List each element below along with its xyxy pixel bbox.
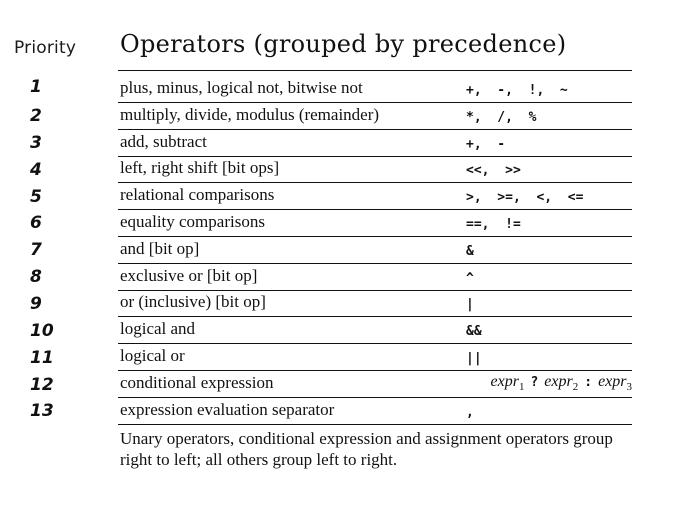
priority-number: 3 <box>30 133 42 153</box>
table-row: multiply, divide, modulus (remainder) *, … <box>118 102 632 129</box>
row-description: logical or <box>120 345 185 365</box>
row-description: conditional expression <box>120 372 274 392</box>
row-operators-conditional: expr1? expr2: expr3 <box>491 373 632 393</box>
table-row: relational comparisons >, >=, <, <= <box>118 182 632 209</box>
table-row: logical or || <box>118 343 632 370</box>
row-operators: ==, != <box>466 216 521 232</box>
row-description: logical and <box>120 319 196 339</box>
expr1: expr1 <box>490 372 525 393</box>
row-description: and [bit op] <box>120 238 200 258</box>
colon: : <box>584 374 593 390</box>
row-operators: , <box>466 404 474 420</box>
table-row: and [bit op] & <box>118 235 632 263</box>
row-description: equality comparisons <box>120 211 265 231</box>
priority-number: 7 <box>30 240 42 260</box>
table-row: conditional expression expr1? expr2: expr3 <box>118 369 632 397</box>
row-description: exclusive or [bit op] <box>120 265 258 285</box>
row-operators: <<, >> <box>466 163 521 179</box>
table-row: add, subtract +, - <box>118 128 632 156</box>
priority-number: 8 <box>30 267 42 287</box>
row-operators: || <box>466 350 482 366</box>
question-mark: ? <box>530 374 539 390</box>
row-operators: >, >=, <, <= <box>466 190 584 206</box>
row-description: or (inclusive) [bit op] <box>120 292 266 312</box>
row-description: multiply, divide, modulus (remainder) <box>120 104 380 124</box>
table-row: or (inclusive) [bit op] | <box>118 289 632 317</box>
row-description: plus, minus, logical not, bitwise not <box>120 78 363 97</box>
row-description: add, subtract <box>120 131 207 151</box>
associativity-note: Unary operators, conditional expression … <box>120 429 613 469</box>
table-row: equality comparisons ==, != <box>118 209 632 236</box>
priority-number: 12 <box>30 375 54 395</box>
priority-number: 6 <box>30 213 42 233</box>
row-operators: && <box>466 324 482 340</box>
priority-number: 2 <box>30 106 42 126</box>
expr3: expr3 <box>598 372 632 393</box>
expr2: expr2 <box>544 372 579 393</box>
row-operators: +, - <box>466 136 506 152</box>
priority-number: 10 <box>30 321 54 341</box>
priority-number: 9 <box>30 294 42 314</box>
table-row: exclusive or [bit op] ^ <box>118 262 632 290</box>
table-row: plus, minus, logical not, bitwise not +, … <box>118 70 632 102</box>
priority-number: 13 <box>30 401 54 421</box>
table-bottom-rule <box>118 423 632 425</box>
row-operators: ^ <box>466 270 474 286</box>
row-operators: +, -, !, ~ <box>466 83 568 98</box>
table-row: expression evaluation separator, <box>118 396 632 424</box>
priority-number: 11 <box>30 348 54 368</box>
row-description: expression evaluation separator <box>120 399 335 419</box>
priority-column-header: Priority <box>14 38 77 58</box>
row-operators: *, /, % <box>466 109 537 125</box>
table-row: logical and && <box>118 316 632 343</box>
row-description: relational comparisons <box>120 185 275 205</box>
priority-number: 5 <box>30 187 42 207</box>
row-operators: | <box>466 297 474 313</box>
table-title: Operators (grouped by precedence) <box>120 30 567 58</box>
priority-number: 4 <box>30 160 42 180</box>
table-row: left, right shift [bit ops] <<, >> <box>118 155 632 183</box>
operator-precedence-table: plus, minus, logical not, bitwise not +, … <box>118 70 632 425</box>
priority-number: 1 <box>30 77 42 97</box>
row-description: left, right shift [bit ops] <box>120 158 280 178</box>
row-operators: & <box>466 243 474 259</box>
